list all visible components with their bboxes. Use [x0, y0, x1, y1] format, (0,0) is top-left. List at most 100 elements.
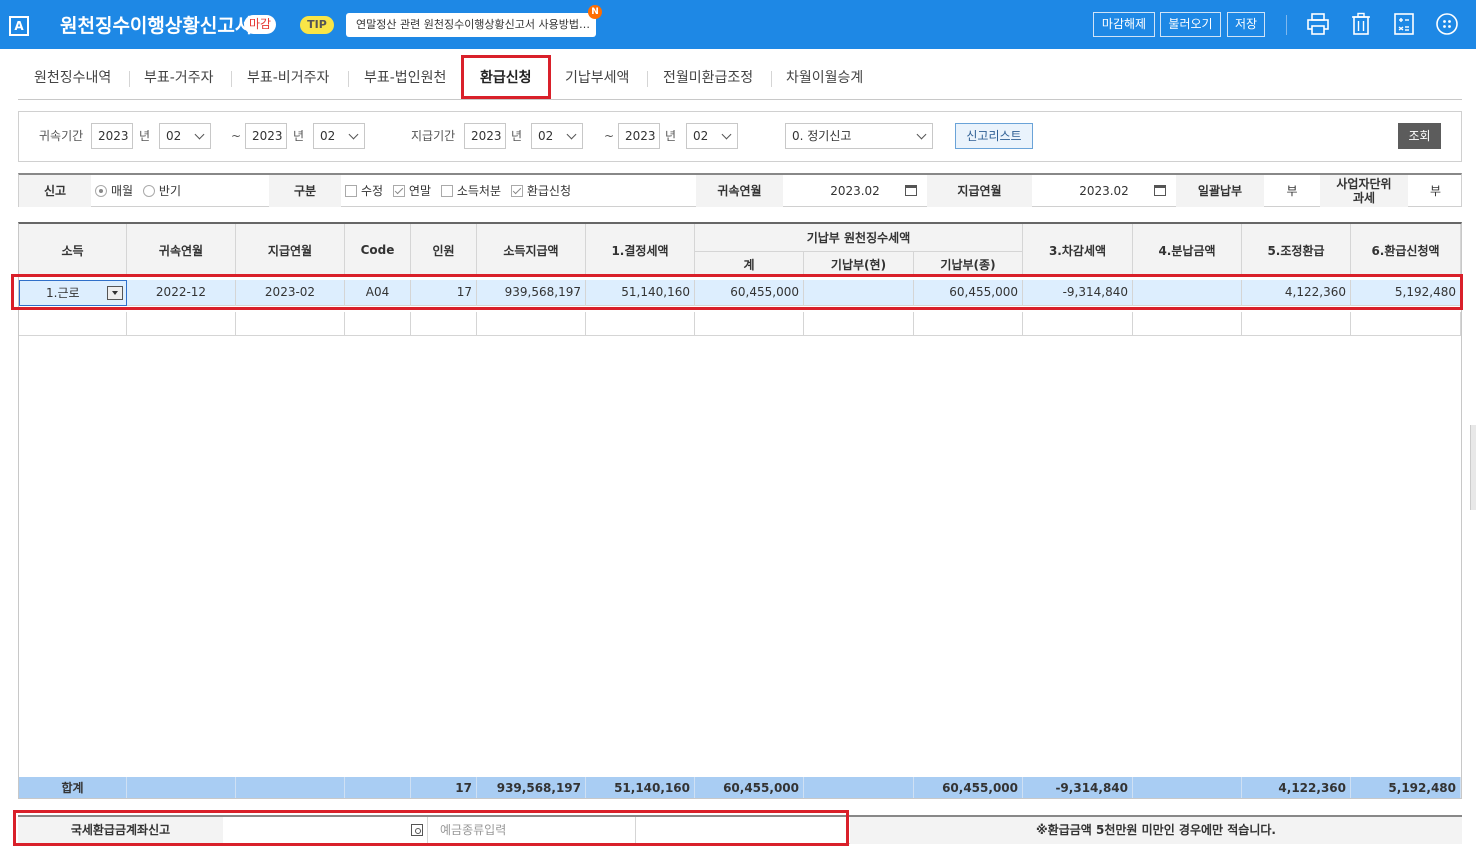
- total-people: 17: [411, 777, 477, 798]
- total-diff-tax: -9,314,840: [1023, 777, 1133, 798]
- tab-bar: 원천징수내역 부표-거주자 부표-비거주자 부표-법인원천 환급신청 기납부세액…: [18, 58, 1462, 100]
- col-code: Code: [345, 224, 411, 277]
- empty-cell[interactable]: [586, 312, 695, 336]
- year-unit: 년: [511, 129, 523, 143]
- radio-semiannual[interactable]: [142, 185, 155, 197]
- empty-cell[interactable]: [236, 312, 345, 336]
- belong-to-month-select[interactable]: 02: [313, 123, 365, 149]
- cell-diff-tax[interactable]: -9,314,840: [1023, 280, 1133, 306]
- unclose-button[interactable]: 마감해제: [1093, 12, 1155, 37]
- pay-to-year[interactable]: 2023: [618, 123, 660, 149]
- empty-cell[interactable]: [411, 312, 477, 336]
- refund-notice: ※환급금액 5천만원 미만인 경우에만 적습니다.: [850, 817, 1462, 844]
- tab-resident-annex[interactable]: 부표-거주자: [144, 58, 213, 98]
- calendar-icon[interactable]: [905, 185, 917, 196]
- save-button[interactable]: 저장: [1227, 12, 1265, 37]
- side-panel-handle[interactable]: [1470, 425, 1476, 510]
- checkbox-amend[interactable]: [345, 185, 357, 197]
- chevron-down-icon: [721, 129, 732, 140]
- cell-prepaid-current[interactable]: [804, 280, 914, 306]
- bank-lookup-icon[interactable]: [411, 824, 423, 836]
- total-pay-amount: 939,568,197: [477, 777, 586, 798]
- pay-ym-field[interactable]: 2023.02: [1032, 175, 1176, 207]
- checkbox-refund-apply[interactable]: [510, 185, 523, 197]
- year-unit: 년: [665, 129, 677, 143]
- belong-from-year[interactable]: 2023: [91, 123, 133, 149]
- cell-installment[interactable]: [1133, 280, 1242, 306]
- empty-cell[interactable]: [695, 312, 804, 336]
- delete-icon[interactable]: [1349, 12, 1373, 36]
- dropdown-arrow-icon[interactable]: [107, 286, 123, 300]
- empty-cell[interactable]: [1242, 312, 1351, 336]
- pay-ym-label: 지급연월: [927, 175, 1032, 207]
- bank-field[interactable]: [223, 817, 428, 844]
- cell-belong-ym[interactable]: 2022-12: [127, 280, 236, 306]
- cell-prepaid-former[interactable]: 60,455,000: [914, 280, 1023, 306]
- total-decided-tax: 51,140,160: [586, 777, 695, 798]
- tab-prev-month-refund[interactable]: 전월미환급조정: [663, 58, 753, 98]
- lump-sum-value[interactable]: 부: [1264, 175, 1320, 207]
- report-info-row: 신고 매월 반기 구분 수정 연말 소득처분 환급신청 귀속연월 2023.02…: [18, 173, 1462, 207]
- col-adjusted-refund: 5.조정환급: [1242, 224, 1351, 277]
- empty-cell[interactable]: [1023, 312, 1133, 336]
- cell-decided-tax[interactable]: 51,140,160: [586, 280, 695, 306]
- tab-refund-request[interactable]: 환급신청: [480, 58, 532, 98]
- tab-nonresident-annex[interactable]: 부표-비거주자: [247, 58, 329, 98]
- belong-to-year[interactable]: 2023: [245, 123, 287, 149]
- radio-monthly-label: 매월: [111, 184, 134, 198]
- tab-withholding-details[interactable]: 원천징수내역: [34, 58, 111, 98]
- empty-cell[interactable]: [804, 312, 914, 336]
- cell-prepaid-total[interactable]: 60,455,000: [695, 280, 804, 306]
- belong-from-month-select[interactable]: 02: [159, 123, 211, 149]
- checkbox-income-disposal[interactable]: [440, 185, 453, 197]
- tilde: ~: [604, 129, 615, 143]
- checkbox-yearend[interactable]: [392, 185, 405, 197]
- empty-cell[interactable]: [477, 312, 586, 336]
- empty-cell[interactable]: [1133, 312, 1242, 336]
- empty-cell[interactable]: [914, 312, 1023, 336]
- col-income: 소득: [19, 224, 127, 277]
- cell-pay-ym[interactable]: 2023-02: [236, 280, 345, 306]
- tab-corporate-annex[interactable]: 부표-법인원천: [364, 58, 446, 98]
- year-unit: 년: [139, 129, 151, 143]
- tip-message[interactable]: 연말정산 관련 원천징수이행상황신고서 사용방법…: [346, 13, 596, 37]
- total-prepaid-former: 60,455,000: [914, 777, 1023, 798]
- empty-cell[interactable]: [1351, 312, 1461, 336]
- empty-cell[interactable]: [345, 312, 411, 336]
- pay-from-month-select[interactable]: 02: [531, 123, 583, 149]
- checkbox-amend-label: 수정: [361, 184, 384, 198]
- tip-badge[interactable]: TIP: [300, 16, 334, 34]
- deposit-type-input[interactable]: 예금종류입력: [428, 817, 636, 844]
- belong-ym-field[interactable]: 2023.02: [783, 175, 927, 207]
- chevron-down-icon: [194, 129, 205, 140]
- cell-adjusted-refund[interactable]: 4,122,360: [1242, 280, 1351, 306]
- income-type-select[interactable]: 1.근로: [19, 280, 127, 306]
- tab-prepaid-tax[interactable]: 기납부세액: [565, 58, 629, 98]
- empty-cell[interactable]: [127, 312, 236, 336]
- tilde: ~: [231, 129, 242, 143]
- load-button[interactable]: 불러오기: [1160, 12, 1221, 37]
- report-list-button[interactable]: 신고리스트: [955, 123, 1033, 149]
- col-prepaid-group: 기납부 원천징수세액: [695, 224, 1023, 252]
- col-belong-ym: 귀속연월: [127, 224, 236, 277]
- print-icon[interactable]: [1306, 12, 1330, 36]
- business-unit-value[interactable]: 부: [1408, 175, 1463, 207]
- tab-next-month-carryover[interactable]: 차월이월승계: [786, 58, 863, 98]
- business-unit-label: 사업자단위 과세: [1320, 175, 1408, 207]
- total-adjusted-refund: 4,122,360: [1242, 777, 1351, 798]
- apps-icon[interactable]: [1435, 12, 1459, 36]
- pay-from-year[interactable]: 2023: [464, 123, 506, 149]
- calculator-icon[interactable]: [1392, 12, 1416, 36]
- header-divider: [1286, 15, 1287, 35]
- cell-refund-request[interactable]: 5,192,480: [1351, 280, 1461, 306]
- empty-cell[interactable]: [19, 312, 127, 336]
- report-type-select[interactable]: 0. 정기신고: [785, 123, 933, 149]
- calendar-icon[interactable]: [1154, 185, 1166, 196]
- cell-people[interactable]: 17: [411, 280, 477, 306]
- cell-code[interactable]: A04: [345, 280, 411, 306]
- search-button[interactable]: 조회: [1398, 123, 1441, 149]
- account-number-input[interactable]: [636, 817, 846, 844]
- cell-pay-amount[interactable]: 939,568,197: [477, 280, 586, 306]
- radio-monthly[interactable]: [95, 185, 107, 197]
- pay-to-month-select[interactable]: 02: [686, 123, 738, 149]
